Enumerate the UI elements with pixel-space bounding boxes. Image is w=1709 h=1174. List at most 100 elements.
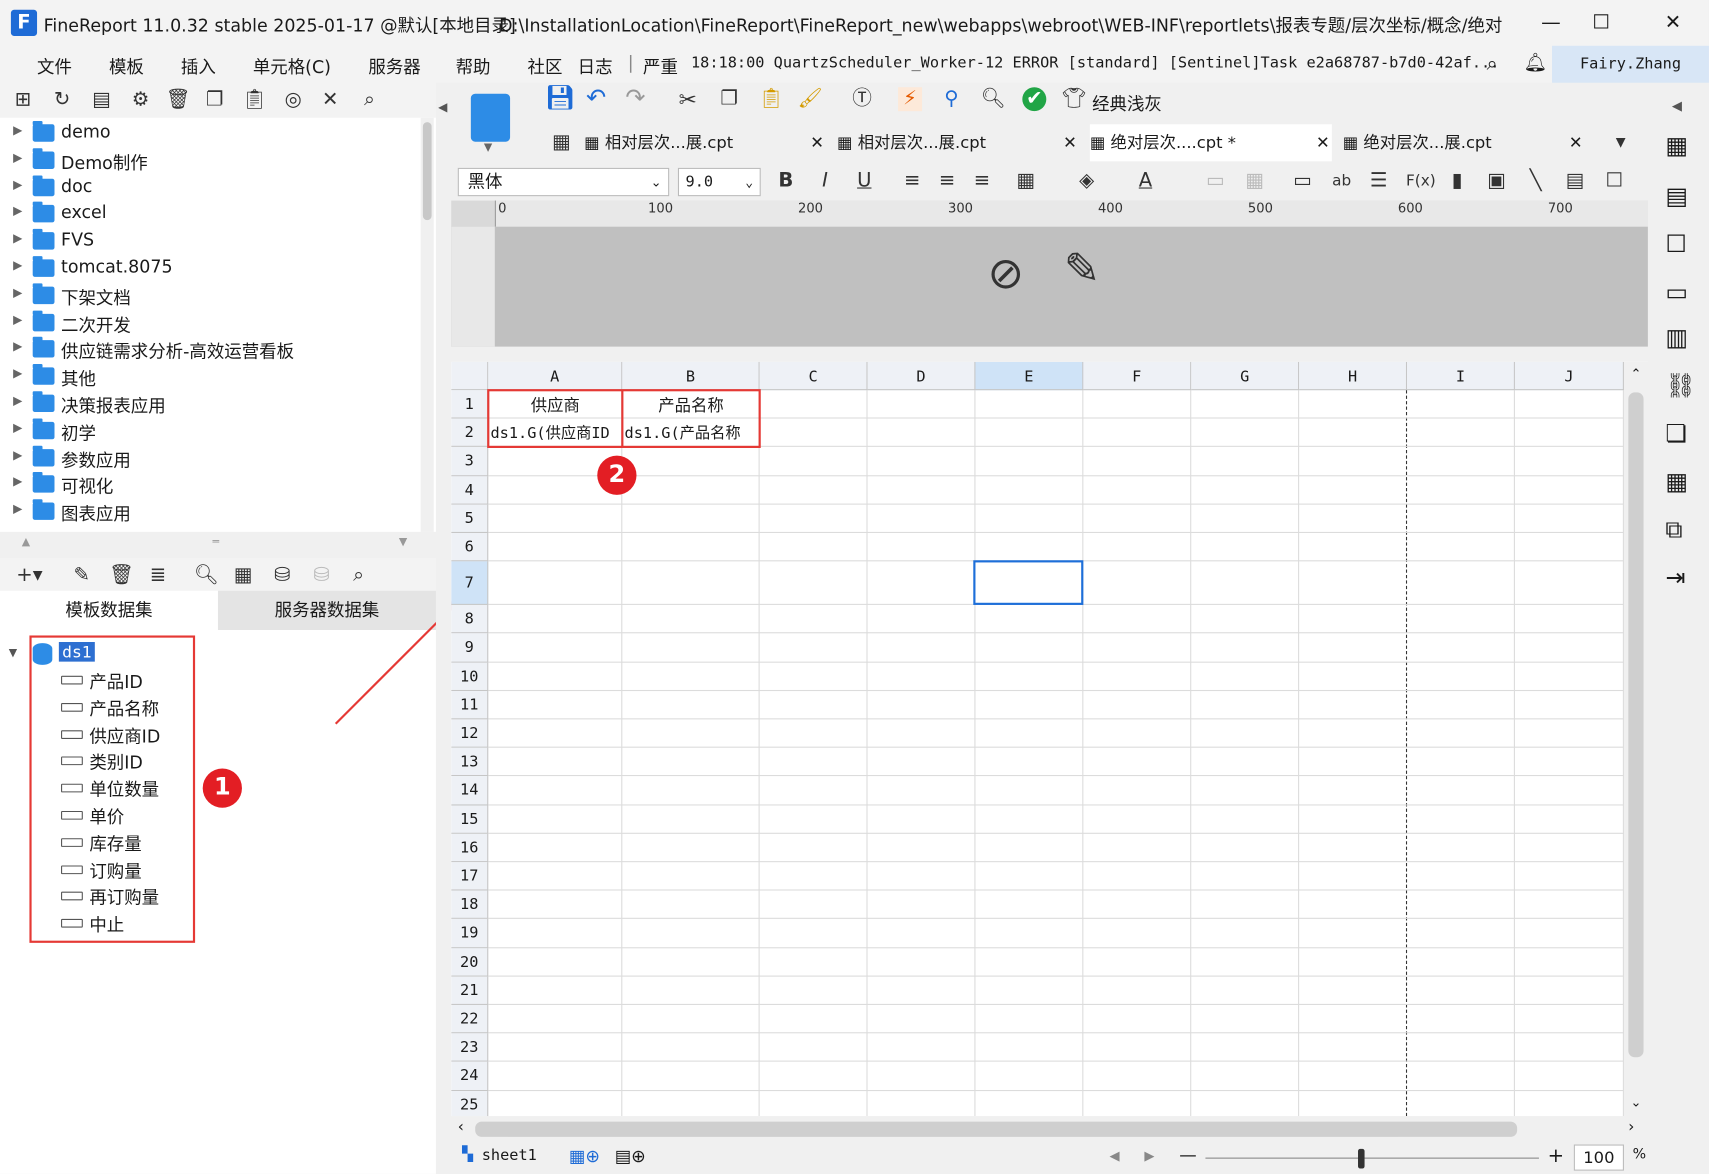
underline-icon[interactable]: U: [852, 169, 876, 193]
hyperlink-icon[interactable]: ⛓: [1665, 373, 1695, 400]
align-center-icon[interactable]: ≡: [935, 169, 959, 193]
plugin-icon[interactable]: ⚲: [939, 87, 963, 111]
tab-doc-2[interactable]: ▦ 相对层次...展.cpt ✕: [837, 124, 1079, 161]
refresh-icon[interactable]: ↻: [50, 88, 74, 112]
tab-doc-1[interactable]: ▦ 相对层次...展.cpt ✕: [584, 124, 826, 161]
row-header[interactable]: 10: [451, 662, 489, 691]
sheet-tab[interactable]: sheet1: [482, 1147, 537, 1164]
formula-icon[interactable]: F(x): [1406, 169, 1436, 193]
close-icon[interactable]: ✕: [1648, 7, 1698, 40]
fill-color-icon[interactable]: ◈: [1075, 169, 1099, 193]
row-header[interactable]: 21: [451, 976, 489, 1005]
column-header[interactable]: A: [488, 361, 623, 391]
widget-icon[interactable]: ▭: [1665, 279, 1688, 306]
selected-cell-E7[interactable]: [973, 560, 1084, 606]
italic-icon[interactable]: I: [813, 169, 837, 193]
grid-vertical-scrollbar[interactable]: ⌃ ⌄: [1623, 361, 1648, 1117]
expand-arrow-icon[interactable]: ▶: [13, 366, 22, 380]
delete-icon[interactable]: 🗑︎: [166, 88, 191, 112]
column-header[interactable]: I: [1407, 361, 1515, 391]
split-icon[interactable]: ▦: [1242, 169, 1266, 193]
column-header[interactable]: H: [1299, 361, 1408, 391]
align-right-icon[interactable]: ≡: [970, 169, 994, 193]
column-header[interactable]: G: [1191, 361, 1300, 391]
image-icon[interactable]: ▣: [1484, 169, 1508, 193]
row-header[interactable]: 8: [451, 605, 489, 634]
menu-log[interactable]: 日志: [578, 52, 613, 78]
database-icon[interactable]: ≣: [146, 564, 170, 588]
row-header[interactable]: 20: [451, 947, 489, 977]
expand-arrow-icon[interactable]: ▶: [13, 421, 22, 435]
expand-arrow-icon[interactable]: ▶: [13, 123, 22, 137]
parameter-icon[interactable]: ▦: [231, 564, 255, 588]
maximize-icon[interactable]: ☐: [1576, 7, 1626, 40]
menu-community[interactable]: 社区: [528, 52, 563, 78]
cut-icon[interactable]: ✂: [676, 87, 700, 111]
chart-icon[interactable]: ▮: [1445, 169, 1469, 193]
row-header[interactable]: 24: [451, 1062, 489, 1091]
search-icon[interactable]: ⌕: [357, 88, 381, 112]
frame-icon[interactable]: ☐: [1602, 169, 1626, 193]
menu-insert[interactable]: 插入: [181, 52, 216, 78]
row-header[interactable]: 12: [451, 719, 489, 748]
next-sheet-icon[interactable]: ▶: [1144, 1148, 1154, 1163]
add-dashboard-icon[interactable]: ▤⊕: [615, 1146, 646, 1167]
row-header[interactable]: 4: [451, 475, 489, 505]
panel-splitter[interactable]: ▲ ═ ▼: [0, 531, 436, 559]
expand-arrow-icon[interactable]: ▶: [13, 177, 22, 191]
preview-icon[interactable]: 🔍︎: [194, 564, 219, 588]
row-header[interactable]: 16: [451, 833, 489, 863]
style-icon[interactable]: ☐: [1665, 231, 1687, 258]
text-icon[interactable]: ab: [1330, 169, 1354, 193]
menu-template[interactable]: 模板: [109, 52, 144, 78]
zoom-slider-thumb[interactable]: [1358, 1148, 1365, 1169]
import-icon[interactable]: ⇥: [1665, 565, 1685, 592]
row-header[interactable]: 15: [451, 805, 489, 834]
save-icon[interactable]: 💾︎: [545, 87, 575, 111]
menu-server[interactable]: 服务器: [368, 52, 420, 78]
column-header[interactable]: F: [1083, 361, 1192, 391]
form-icon[interactable]: ▦: [1665, 469, 1688, 496]
expand-arrow-icon[interactable]: ▶: [13, 502, 22, 516]
pencil-icon[interactable]: ✎: [1064, 244, 1101, 294]
grid-horizontal-scrollbar[interactable]: ‹ ›: [451, 1116, 1648, 1143]
edit-icon[interactable]: ✎: [70, 564, 94, 588]
delete-icon[interactable]: 🗑︎: [109, 564, 134, 588]
row-header[interactable]: 11: [451, 690, 489, 720]
row-header[interactable]: 19: [451, 919, 489, 948]
clipboard-icon[interactable]: ❏: [1665, 421, 1687, 448]
tab-doc-4[interactable]: ▦ 绝对层次...展.cpt ✕: [1343, 124, 1585, 161]
merge-icon[interactable]: ▭: [1203, 169, 1227, 193]
paste-icon[interactable]: 📋︎: [759, 87, 784, 111]
minimize-icon[interactable]: —: [1526, 7, 1576, 40]
style-shirt-icon[interactable]: 👕︎: [1062, 87, 1087, 111]
row-header[interactable]: 5: [451, 504, 489, 533]
row-header[interactable]: 2: [451, 418, 489, 448]
prev-sheet-icon[interactable]: ◀: [1110, 1148, 1120, 1163]
template-icon[interactable]: ▤: [89, 88, 113, 112]
row-header[interactable]: 3: [451, 447, 489, 476]
grid-menu-icon[interactable]: ▦: [549, 131, 573, 155]
expand-arrow-icon[interactable]: ▶: [13, 285, 22, 299]
column-header[interactable]: E: [975, 361, 1084, 391]
row-header[interactable]: 23: [451, 1033, 489, 1063]
spreadsheet-grid[interactable]: A B C D E F G H I J 1 2 3 4 5 6 7 8 9 10 11 12 13 14 15 16 17 18 19 2…: [451, 361, 1648, 1117]
locate-icon[interactable]: ◎: [281, 88, 305, 112]
search-icon[interactable]: ⌕: [347, 564, 371, 588]
expand-arrow-icon[interactable]: ▼: [9, 647, 17, 659]
add-sheet-icon[interactable]: ▦⊕: [569, 1146, 600, 1167]
expand-arrow-icon[interactable]: ▶: [13, 448, 22, 462]
row-header[interactable]: 7: [451, 561, 489, 606]
font-color-icon[interactable]: A: [1133, 169, 1157, 193]
row-header[interactable]: 25: [451, 1090, 489, 1117]
expand-arrow-icon[interactable]: ▶: [13, 258, 22, 272]
expand-arrow-icon[interactable]: ▶: [13, 339, 22, 353]
settings-icon[interactable]: ⚙: [129, 88, 153, 112]
copy-icon[interactable]: ❐: [717, 87, 741, 111]
preview-icon[interactable]: 🔍︎: [981, 87, 1006, 111]
report-designer-icon[interactable]: [470, 93, 511, 142]
expand-arrow-icon[interactable]: ▶: [13, 393, 22, 407]
copy-icon[interactable]: ❐: [203, 88, 227, 112]
align-left-icon[interactable]: ≡: [900, 169, 924, 193]
column-header[interactable]: B: [622, 361, 760, 391]
